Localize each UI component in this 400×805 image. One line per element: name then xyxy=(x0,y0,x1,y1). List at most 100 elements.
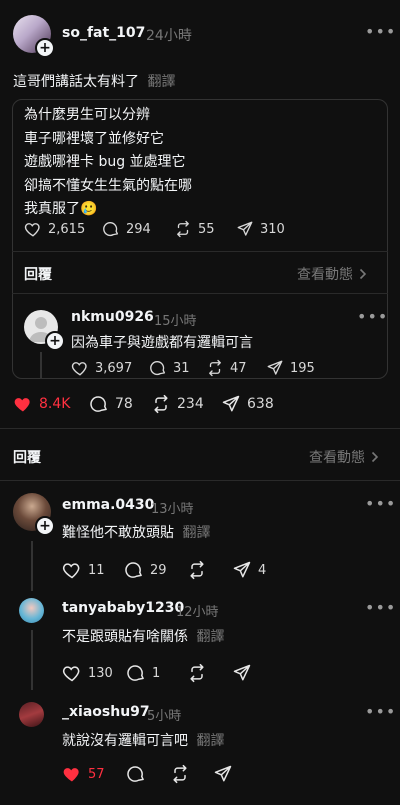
share-count: 638 xyxy=(247,396,274,412)
like-button[interactable]: 57 xyxy=(62,764,126,784)
post-body: 這哥們講話太有料了 xyxy=(13,74,139,90)
like-count: 3,697 xyxy=(95,360,133,376)
comment-icon xyxy=(89,394,109,414)
like-count: 130 xyxy=(88,665,113,681)
heart-filled-icon xyxy=(13,394,33,414)
comment-button[interactable]: 78 xyxy=(89,394,151,414)
more-icon[interactable]: ••• xyxy=(365,22,396,41)
comment-button[interactable]: 1 xyxy=(126,663,187,683)
heart-icon xyxy=(62,560,82,580)
commenter-username[interactable]: tanyababy1230 xyxy=(62,600,184,616)
comment-button[interactable]: 29 xyxy=(124,560,187,580)
repost-button[interactable]: 234 xyxy=(151,394,221,414)
comment-button[interactable] xyxy=(126,764,170,784)
heart-icon xyxy=(24,220,42,238)
like-count: 57 xyxy=(88,766,105,782)
share-icon xyxy=(232,663,252,683)
translate-link[interactable]: 翻譯 xyxy=(196,733,224,749)
commenter-username[interactable]: _xiaoshu97 xyxy=(62,704,150,720)
comment-actions: 57 xyxy=(62,764,233,784)
like-button[interactable]: 2,615 xyxy=(24,220,102,238)
share-icon xyxy=(221,394,241,414)
replies-label: 回覆 xyxy=(13,450,41,466)
comment-time: 13小時 xyxy=(151,502,194,517)
view-activity-link[interactable]: 查看動態 xyxy=(309,447,379,467)
comment-count: 294 xyxy=(126,221,151,237)
repost-icon xyxy=(170,764,190,784)
quote-line: 卻搞不懂女生生氣的點在哪 xyxy=(24,177,192,194)
repost-button[interactable] xyxy=(187,663,232,683)
comment-button[interactable]: 31 xyxy=(149,359,206,377)
divider xyxy=(12,251,388,252)
more-icon[interactable]: ••• xyxy=(365,494,396,513)
comment-text: 就說沒有邏輯可言吧 翻譯 xyxy=(62,730,224,750)
quote-reply-label: 回覆 xyxy=(24,267,52,283)
author-username[interactable]: so_fat_107 xyxy=(62,25,145,41)
comment-body: 難怪他不敢放頭貼 xyxy=(62,525,174,541)
divider xyxy=(0,480,400,481)
comment-icon xyxy=(124,560,144,580)
follow-plus-icon[interactable]: + xyxy=(35,516,55,536)
share-count: 310 xyxy=(260,221,285,237)
comment-icon xyxy=(126,764,146,784)
quote-actions: 2,615 294 55 310 xyxy=(24,220,285,238)
comment-icon xyxy=(126,663,146,683)
translate-link[interactable]: 翻譯 xyxy=(196,629,224,645)
comment-body: 就說沒有邏輯可言吧 xyxy=(62,733,188,749)
like-button[interactable]: 130 xyxy=(62,663,126,683)
reply-actions: 3,697 31 47 195 xyxy=(71,359,315,377)
share-button[interactable]: 195 xyxy=(266,359,315,377)
comment-time: 5小時 xyxy=(147,709,182,724)
share-icon xyxy=(236,220,254,238)
share-button[interactable]: 310 xyxy=(236,220,285,238)
more-icon[interactable]: ••• xyxy=(357,307,388,326)
thread-line xyxy=(31,630,33,690)
thread-line xyxy=(31,541,33,591)
quote-text: 為什麼男生可以分辨 車子哪裡壞了並修好它 遊戲哪裡卡 bug 並處理它 卻搞不懂… xyxy=(24,104,192,222)
share-button[interactable] xyxy=(232,663,252,683)
translate-link[interactable]: 翻譯 xyxy=(147,74,175,90)
repost-button[interactable] xyxy=(170,764,213,784)
more-icon[interactable]: ••• xyxy=(365,598,396,617)
share-button[interactable]: 4 xyxy=(232,560,266,580)
repost-button[interactable]: 47 xyxy=(206,359,266,377)
like-button[interactable]: 11 xyxy=(62,560,124,580)
commenter-avatar[interactable] xyxy=(19,702,44,727)
comment-actions: 130 1 xyxy=(62,663,252,683)
like-count: 8.4K xyxy=(39,396,71,412)
follow-plus-icon[interactable]: + xyxy=(35,38,55,58)
like-count: 11 xyxy=(88,562,105,578)
chevron-right-icon xyxy=(359,268,367,280)
more-icon[interactable]: ••• xyxy=(365,702,396,721)
like-button[interactable]: 8.4K xyxy=(13,394,89,414)
commenter-username[interactable]: emma.0430 xyxy=(62,497,154,513)
translate-link[interactable]: 翻譯 xyxy=(182,525,210,541)
reply-text: 因為車子與遊戲都有邏輯可言 xyxy=(71,335,253,351)
comment-icon xyxy=(149,359,167,377)
view-activity-label: 查看動態 xyxy=(309,450,365,466)
chevron-right-icon xyxy=(371,451,379,463)
quote-line: 車子哪裡壞了並修好它 xyxy=(24,130,164,147)
share-button[interactable]: 638 xyxy=(221,394,274,414)
follow-plus-icon[interactable]: + xyxy=(45,331,65,351)
heart-filled-icon xyxy=(62,764,82,784)
comment-count: 1 xyxy=(152,665,161,681)
view-activity-label: 查看動態 xyxy=(297,267,353,283)
like-count: 2,615 xyxy=(48,221,86,237)
comment-body: 不是跟頭貼有啥關係 xyxy=(62,629,188,645)
reply-username[interactable]: nkmu0926 xyxy=(71,309,154,325)
share-count: 4 xyxy=(258,562,267,578)
quote-view-activity[interactable]: 查看動態 xyxy=(297,264,367,284)
share-icon xyxy=(232,560,252,580)
like-button[interactable]: 3,697 xyxy=(71,359,149,377)
thread-line xyxy=(40,352,42,378)
share-button[interactable] xyxy=(213,764,233,784)
commenter-avatar[interactable] xyxy=(19,598,44,623)
comment-button[interactable]: 294 xyxy=(102,220,174,238)
repost-button[interactable] xyxy=(187,560,232,580)
divider xyxy=(0,428,400,429)
comment-time: 12小時 xyxy=(176,605,219,620)
quote-line: 我真服了🥲 xyxy=(24,201,98,217)
comment-count: 78 xyxy=(115,396,133,412)
repost-button[interactable]: 55 xyxy=(174,220,236,238)
